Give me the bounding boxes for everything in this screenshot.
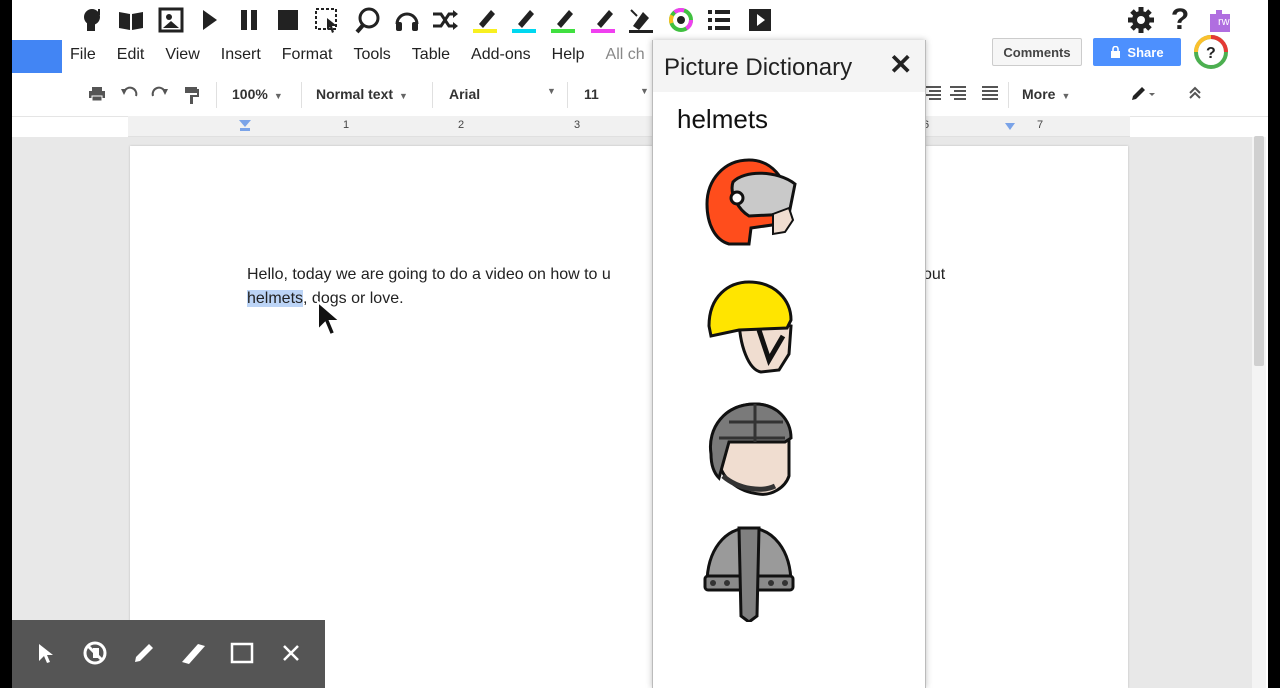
style-select[interactable]: Normal text ▼ <box>316 86 408 102</box>
looked-up-word: helmets <box>677 104 769 134</box>
pointer-icon[interactable] <box>30 638 60 668</box>
doc-line-1[interactable]: Hello, today we are going to do a video … <box>247 266 611 284</box>
clear-highlights-icon[interactable] <box>626 4 656 36</box>
scrollbar-thumb[interactable] <box>1254 136 1264 366</box>
selected-word[interactable]: helmets <box>247 290 304 307</box>
doc-text: Hello, today we are going to do a video … <box>247 266 611 283</box>
highlight-pink-icon[interactable] <box>588 4 618 36</box>
right-letterbox <box>1268 0 1280 688</box>
speech-head-icon[interactable] <box>78 4 108 36</box>
zoom-select[interactable]: 100% ▼ <box>232 86 283 102</box>
ruler-mark: 7 <box>1037 119 1044 131</box>
style-value: Normal text <box>316 86 394 102</box>
doc-line-1-end[interactable]: out <box>923 266 945 284</box>
avatar[interactable]: ? <box>1192 34 1230 70</box>
zoom-value: 100% <box>232 86 268 102</box>
help-icon[interactable]: ? <box>1165 3 1195 36</box>
font-size-value: 11 <box>584 86 599 102</box>
document-page[interactable] <box>130 146 1128 688</box>
share-label: Share <box>1127 44 1164 60</box>
more-label: More <box>1022 86 1056 102</box>
font-value: Arial <box>449 86 481 102</box>
ruler: 1 2 3 6 7 <box>128 116 1130 137</box>
rw-logo-icon[interactable]: rw <box>1205 4 1235 36</box>
highlight-blue-icon[interactable] <box>509 4 539 36</box>
comments-button[interactable]: Comments <box>992 38 1082 66</box>
screenshot-reader-icon[interactable] <box>312 4 342 36</box>
ruler-mark: 1 <box>343 119 350 131</box>
viking-helmet-image <box>703 526 795 622</box>
eraser-icon[interactable] <box>80 638 110 668</box>
translator-icon[interactable] <box>430 4 460 36</box>
vocabulary-list-icon[interactable] <box>704 4 734 36</box>
collapse-chevron-icon[interactable] <box>1188 86 1202 103</box>
stop-icon[interactable] <box>273 4 303 36</box>
menu-edit[interactable]: Edit <box>117 46 145 64</box>
print-icon[interactable] <box>88 86 106 105</box>
menu-file[interactable]: File <box>70 46 96 64</box>
menu-help[interactable]: Help <box>552 46 585 64</box>
bicycle-helmet-image <box>707 280 793 374</box>
mouse-cursor-icon <box>317 300 343 337</box>
editing-mode-icon[interactable] <box>1130 86 1156 105</box>
headphones-icon[interactable] <box>392 4 422 36</box>
font-select[interactable]: Arial ▼ <box>449 86 556 102</box>
menu-format[interactable]: Format <box>282 46 333 64</box>
close-icon[interactable]: ✕ <box>889 48 912 81</box>
align-left-icon[interactable] <box>925 86 941 103</box>
menu-tools[interactable]: Tools <box>353 46 390 64</box>
left-letterbox <box>0 0 12 688</box>
play-icon[interactable] <box>194 4 224 36</box>
menu-addons[interactable]: Add-ons <box>471 46 531 64</box>
rugby-scrum-cap-image <box>708 402 793 496</box>
format-toolbar: 100% ▼ Normal text ▼ Arial ▼ 11 ▼ More ▼ <box>12 74 1268 117</box>
audio-maker-icon[interactable] <box>352 4 382 36</box>
readwrite-toolbar: ? rw <box>12 0 1268 40</box>
doc-text: out <box>923 266 946 283</box>
paint-format-icon[interactable] <box>184 86 200 107</box>
collect-highlights-icon[interactable] <box>666 4 696 36</box>
rw-label: rw <box>1218 16 1230 28</box>
gear-icon[interactable] <box>1126 4 1156 36</box>
font-size-select[interactable]: 11 ▼ <box>584 86 649 102</box>
pen-icon[interactable] <box>129 638 159 668</box>
lock-icon <box>1111 46 1121 58</box>
docs-logo[interactable] <box>12 40 62 73</box>
motorcycle-helmet-image <box>705 158 797 246</box>
picture-dictionary-panel: Picture Dictionary ✕ helmets <box>652 40 926 688</box>
align-right-icon[interactable] <box>950 86 966 103</box>
highlight-green-icon[interactable] <box>548 4 578 36</box>
ruler-mark: 2 <box>458 119 465 131</box>
menu-insert[interactable]: Insert <box>221 46 261 64</box>
menu-bar: File Edit View Insert Format Tools Table… <box>70 40 666 70</box>
save-status[interactable]: All ch <box>606 46 645 64</box>
annotation-toolbar <box>12 620 325 688</box>
undo-icon[interactable] <box>120 86 138 103</box>
share-button[interactable]: Share <box>1093 38 1181 66</box>
right-indent-marker[interactable] <box>1004 122 1016 131</box>
voice-note-icon[interactable] <box>745 4 775 36</box>
close-icon[interactable] <box>276 638 306 668</box>
menu-table[interactable]: Table <box>412 46 450 64</box>
ruler-mark: 3 <box>574 119 581 131</box>
redo-icon[interactable] <box>151 86 169 103</box>
justify-icon[interactable] <box>982 86 998 103</box>
panel-header: Picture Dictionary ✕ <box>653 40 925 92</box>
more-menu[interactable]: More ▼ <box>1022 86 1070 102</box>
left-indent-marker[interactable] <box>238 119 252 133</box>
panel-title: Picture Dictionary <box>664 54 853 81</box>
rectangle-icon[interactable] <box>227 638 257 668</box>
dictionary-icon[interactable] <box>116 4 146 36</box>
pause-icon[interactable] <box>234 4 264 36</box>
highlighter-icon[interactable] <box>178 638 208 668</box>
menu-view[interactable]: View <box>165 46 199 64</box>
highlight-yellow-icon[interactable] <box>470 4 500 36</box>
svg-text:?: ? <box>1206 45 1216 62</box>
picture-dictionary-icon[interactable] <box>156 4 186 36</box>
